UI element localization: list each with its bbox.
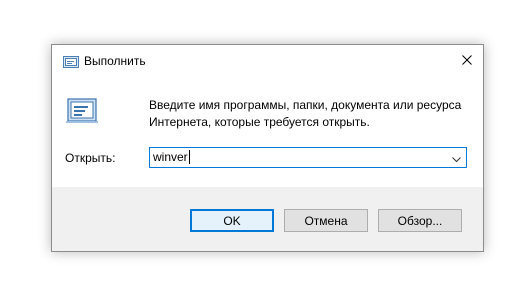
close-icon [462, 52, 472, 70]
window-title: Выполнить [84, 54, 146, 68]
browse-button[interactable]: Обзор... [378, 209, 462, 232]
text-caret [188, 150, 190, 164]
run-dialog-icon [63, 55, 79, 68]
open-label: Открыть: [65, 151, 116, 165]
title-bar[interactable]: Выполнить [52, 45, 483, 77]
run-dialog: Выполнить Введите имя программы, папки, … [51, 44, 484, 252]
ok-button[interactable]: OK [190, 209, 274, 232]
close-button[interactable] [451, 45, 483, 77]
run-program-icon [66, 98, 98, 124]
cancel-button[interactable]: Отмена [284, 209, 368, 232]
chevron-down-icon[interactable] [451, 152, 462, 163]
open-combobox[interactable]: winver [149, 147, 467, 168]
dialog-description: Введите имя программы, папки, документа … [149, 98, 462, 129]
button-bar: OK Отмена Обзор... [52, 187, 483, 251]
open-input[interactable]: winver [153, 150, 190, 164]
